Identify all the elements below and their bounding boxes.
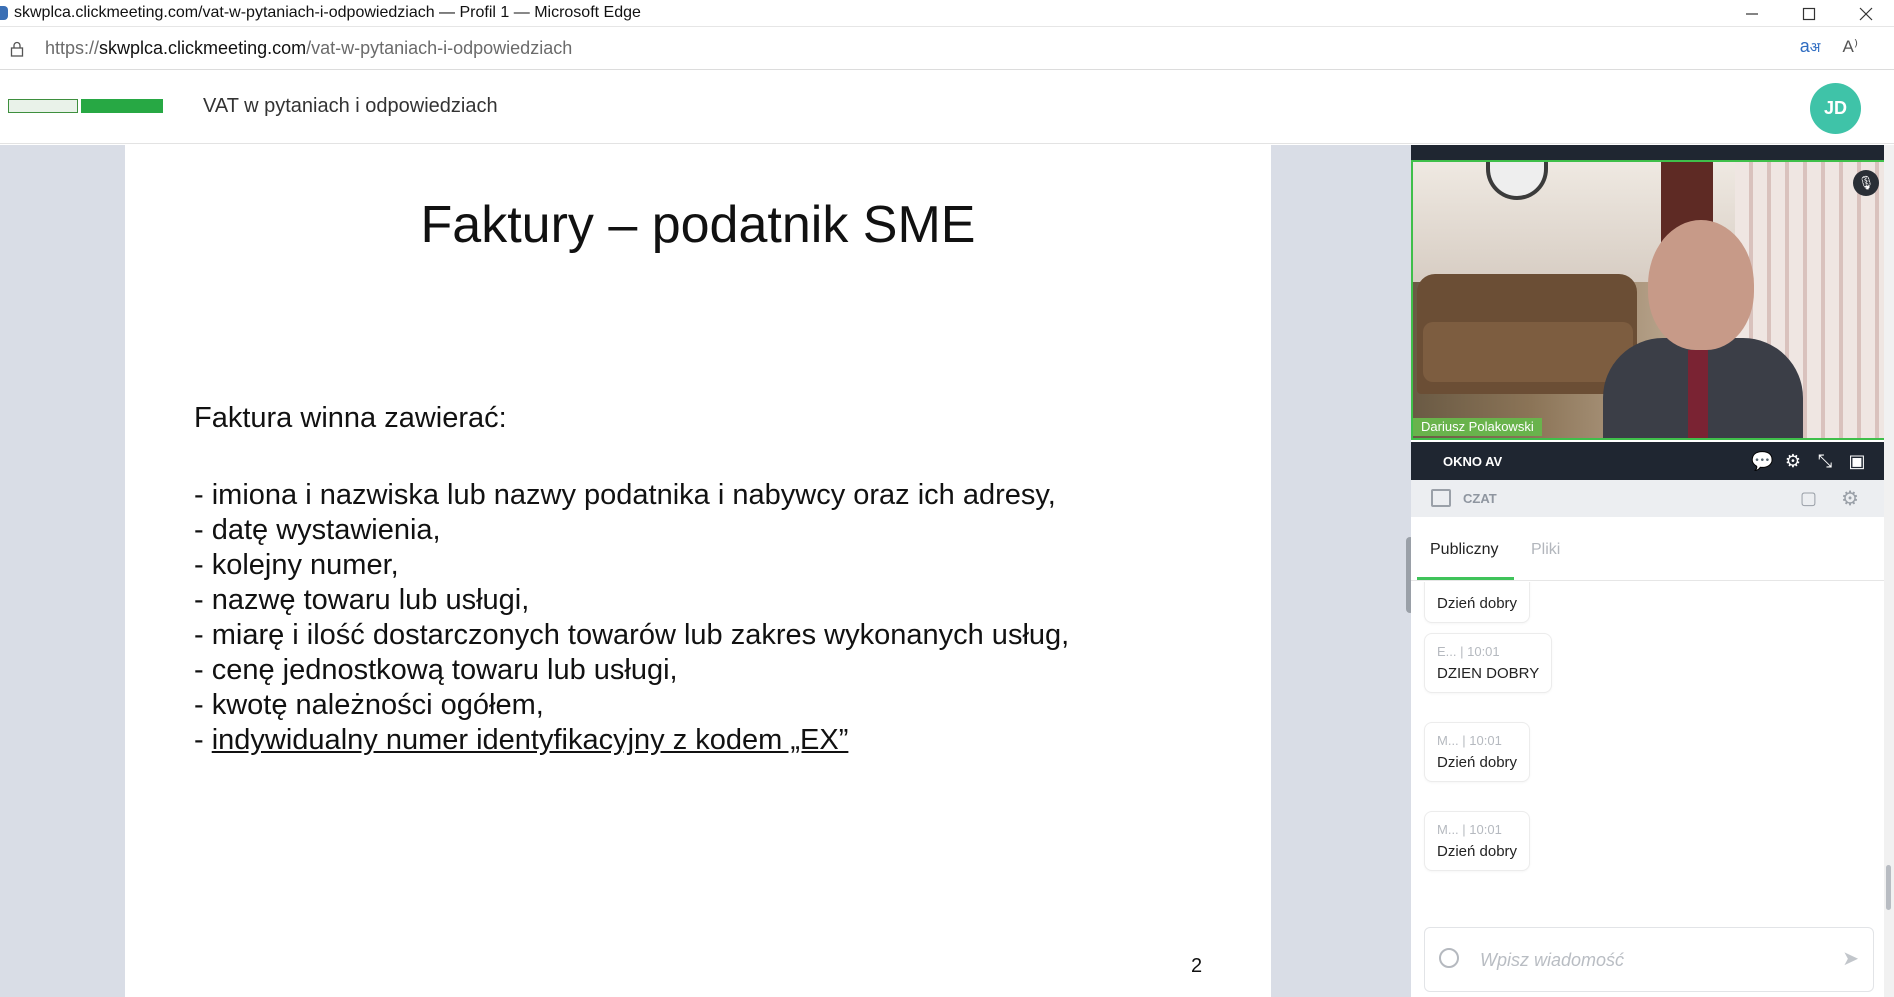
av-panel-label: OKNO AV (1443, 454, 1503, 469)
close-window-button[interactable] (1837, 0, 1894, 27)
presenter (1563, 220, 1803, 438)
app-header: VAT w pytaniach i odpowiedziach JD (0, 71, 1894, 144)
slide-list-item: - nazwę towaru lub usługi, (194, 584, 530, 616)
organizer-logo (8, 99, 164, 115)
chat-message: M... | 10:01 Dzień dobry (1424, 811, 1531, 871)
chat-message-meta: M... | 10:01 (1437, 822, 1502, 837)
chat-message-text: DZIEN DOBRY (1437, 665, 1540, 682)
chat-message-input[interactable] (1480, 946, 1820, 974)
chat-tabs: Publiczny Pliki (1411, 517, 1887, 581)
chat-message-meta: E... | 10:01 (1437, 644, 1500, 659)
chat-header-label: CZAT (1463, 491, 1497, 506)
slide-list-item: - miarę i ilość dostarczonych towarów lu… (194, 619, 1070, 651)
slide-list-underlined: indywidualny numer identyfikacyjny z kod… (211, 724, 849, 756)
address-bar: https://skwplca.clickmeeting.com/vat-w-p… (0, 28, 1894, 70)
window-controls (1723, 0, 1894, 27)
url-field[interactable]: https://skwplca.clickmeeting.com/vat-w-p… (45, 38, 572, 59)
scrollbar-thumb[interactable] (1886, 865, 1891, 910)
url-path: /vat-w-pytaniach-i-odpowiedziach (306, 38, 573, 58)
slide-list-item: - kolejny numer, (194, 549, 399, 581)
picture-in-picture-icon[interactable]: ▣ (1847, 451, 1867, 471)
send-icon[interactable]: ➤ (1842, 946, 1859, 971)
chat-message-list[interactable]: Dzień dobry E... | 10:01 DZIEN DOBRY M..… (1411, 582, 1887, 922)
address-bar-actions: aअ A⁾ (1800, 36, 1858, 57)
minimize-icon (1745, 12, 1758, 15)
slide-list-item: - kwotę należności ogółem, (194, 689, 544, 721)
edge-app-icon (0, 6, 8, 20)
page-scrollbar[interactable] (1884, 145, 1894, 997)
active-tab-indicator (1417, 577, 1514, 580)
av-top-strip (1411, 145, 1887, 160)
av-toolbar-icons: 💬 ⚙ ⤡ ▣ (1751, 451, 1867, 471)
chat-message: Dzień dobry (1424, 582, 1531, 623)
slide-intro: Faktura winna zawierać: (194, 402, 507, 434)
chat-message-text: Dzień dobry (1437, 843, 1518, 860)
emoji-icon[interactable] (1439, 948, 1459, 968)
close-icon (1859, 7, 1872, 20)
av-toolbar: OKNO AV 💬 ⚙ ⤡ ▣ (1411, 442, 1887, 480)
tab-files[interactable]: Pliki (1531, 541, 1560, 559)
exit-fullscreen-icon[interactable]: ⤡ (1815, 451, 1835, 471)
presentation-stage: Faktury – podatnik SME Faktura winna zaw… (0, 145, 1411, 997)
tab-public[interactable]: Publiczny (1430, 541, 1498, 559)
chat-message-text: Dzień dobry (1437, 595, 1518, 612)
translate-icon[interactable]: aअ (1800, 36, 1821, 57)
slide-page-number: 2 (1191, 955, 1203, 977)
slide-list: - imiona i nazwiska lub nazwy podatnika … (194, 478, 1069, 758)
minimize-button[interactable] (1723, 0, 1780, 27)
url-host: skwplca.clickmeeting.com (99, 38, 307, 58)
popout-icon[interactable]: ▢ (1800, 488, 1817, 509)
slide-list-item: - imiona i nazwiska lub nazwy podatnika … (194, 479, 1056, 511)
lock-icon[interactable] (8, 39, 26, 59)
microphone-icon: 🎙 (1857, 175, 1875, 190)
chat-header: CZAT ▢ ⚙ (1411, 480, 1887, 517)
microphone-button[interactable]: 🎙 (1853, 170, 1879, 196)
presenter-name-tag: Dariusz Polakowski (1413, 418, 1542, 436)
slide-list-item: - datę wystawienia, (194, 514, 441, 546)
chat-message: E... | 10:01 DZIEN DOBRY (1424, 633, 1553, 693)
chat-message-meta: M... | 10:01 (1437, 733, 1502, 748)
event-title: VAT w pytaniach i odpowiedziach (203, 95, 498, 117)
chat-composer: ➤ (1424, 927, 1874, 992)
maximize-button[interactable] (1780, 0, 1837, 27)
user-avatar[interactable]: JD (1810, 83, 1861, 134)
gear-icon[interactable]: ⚙ (1783, 451, 1803, 471)
presentation-slide: Faktury – podatnik SME Faktura winna zaw… (125, 145, 1271, 997)
right-panel: 🎙 Dariusz Polakowski OKNO AV 💬 ⚙ ⤡ ▣ CZA… (1411, 145, 1894, 997)
slide-list-item: - cenę jednostkową towaru lub usługi, (194, 654, 678, 686)
url-scheme: https:// (45, 38, 100, 58)
slide-list-prefix: - (194, 724, 212, 756)
presenter-video[interactable]: 🎙 Dariusz Polakowski (1411, 160, 1887, 440)
chat-panel-icon (1431, 489, 1451, 507)
chat-message: M... | 10:01 Dzień dobry (1424, 722, 1531, 782)
maximize-icon (1802, 7, 1815, 20)
slide-list-item-last: - indywidualny numer identyfikacyjny z k… (194, 723, 1069, 758)
chat-bubble-icon[interactable]: 💬 (1751, 451, 1773, 471)
chat-settings-icon[interactable]: ⚙ (1841, 486, 1859, 511)
window-titlebar: skwplca.clickmeeting.com/vat-w-pytaniach… (0, 0, 1894, 27)
slide-title: Faktury – podatnik SME (420, 196, 976, 254)
chat-message-text: Dzień dobry (1437, 754, 1518, 771)
read-aloud-icon[interactable]: A⁾ (1842, 37, 1858, 57)
window-title: skwplca.clickmeeting.com/vat-w-pytaniach… (14, 4, 641, 21)
